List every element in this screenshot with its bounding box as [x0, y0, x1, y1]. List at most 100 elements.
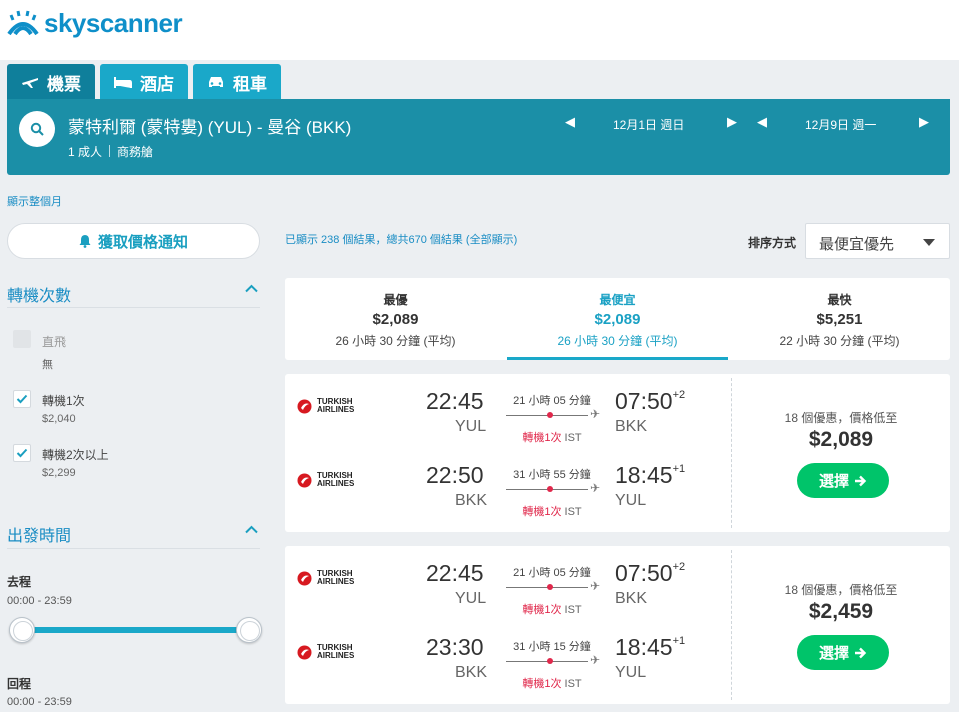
result-price: $2,089: [808, 428, 874, 451]
stops-text: 轉機1次 IST: [507, 429, 597, 445]
skyscanner-logo[interactable]: skyscanner: [6, 8, 183, 39]
summary-tab-fastest[interactable]: 最快 $5,251 22 小時 30 分鐘 (平均): [729, 278, 950, 360]
arrow-right-icon: [855, 475, 867, 486]
flight-duration: 21 小時 05 分鐘: [513, 567, 591, 579]
checkmark-icon: [16, 448, 28, 458]
tab-flights[interactable]: 機票: [7, 64, 95, 100]
arrive-time: 07:50+2: [615, 388, 685, 415]
flight-duration: 31 小時 55 分鐘: [513, 469, 591, 481]
day-offset: +2: [672, 561, 686, 573]
stop-airport: IST: [564, 506, 582, 518]
result-price: $2,459: [808, 600, 874, 623]
depart-next-arrow-icon[interactable]: ▶: [727, 114, 737, 130]
direct-checkbox[interactable]: [13, 330, 31, 348]
tab-label: 租車: [233, 74, 267, 94]
card-divider: [731, 550, 732, 700]
direct-price: 無: [42, 359, 53, 371]
stop-dot: [547, 584, 553, 590]
arrive-airport: BKK: [615, 590, 648, 607]
divider: [7, 548, 260, 549]
stops-count: 轉機1次: [522, 678, 562, 690]
tab-label: 機票: [47, 74, 81, 94]
chevron-up-icon[interactable]: [245, 284, 258, 293]
select-label: 選擇: [818, 645, 849, 662]
tab-hotels[interactable]: 酒店: [100, 64, 188, 100]
plane-icon: ✈: [590, 481, 601, 495]
passenger-cabin: 1 成人 商務艙: [68, 143, 153, 160]
depart-airport: YUL: [455, 590, 487, 607]
outbound-leg: TURKISH AIRLINES 22:45 YUL 21 小時 05 分鐘 ✈ …: [285, 556, 731, 616]
inbound-range: 00:00 - 23:59: [7, 696, 72, 708]
return-leg: TURKISH AIRLINES 23:30 BKK 31 小時 15 分鐘 ✈ …: [285, 630, 731, 690]
deals-text: 18 個優惠，價格低至: [784, 583, 898, 597]
depart-time: 22:45: [426, 560, 484, 586]
arrive-airport: BKK: [615, 418, 648, 435]
inbound-label: 回程: [7, 677, 32, 691]
summary-price: $2,089: [372, 311, 419, 328]
summary-price: $5,251: [816, 311, 863, 328]
caret-down-icon: [923, 239, 935, 246]
plane-icon: ✈: [590, 579, 601, 593]
result-card[interactable]: TURKISH AIRLINES 22:45 YUL 21 小時 05 分鐘 ✈ …: [285, 546, 950, 704]
summary-title: 最快: [827, 293, 852, 307]
results-count[interactable]: 已顯示 238 個結果，總共670 個結果 (全部顯示): [285, 231, 517, 247]
divider: [7, 307, 260, 308]
select-button[interactable]: 選擇: [797, 635, 889, 670]
depart-time: 22:45: [426, 388, 484, 414]
bell-icon: [79, 235, 91, 248]
depart-airport: BKK: [455, 492, 488, 509]
summary-duration: 22 小時 30 分鐘 (平均): [779, 334, 900, 348]
route-text: 蒙特利爾 (蒙特婁) (YUL) - 曼谷 (BKK): [68, 118, 352, 137]
depart-date[interactable]: 12月1日 週日: [613, 116, 684, 133]
outbound-slider-end-handle[interactable]: [236, 617, 262, 643]
summary-tab-cheapest[interactable]: 最便宜 $2,089 26 小時 30 分鐘 (平均): [507, 278, 728, 360]
stops-count: 轉機1次: [522, 432, 562, 444]
stops-filter-title[interactable]: 轉機次數: [7, 282, 71, 306]
departure-time-filter-title[interactable]: 出發時間: [7, 522, 71, 546]
arrive-time-value: 07:50: [615, 560, 673, 586]
search-summary-bar[interactable]: 蒙特利爾 (蒙特婁) (YUL) - 曼谷 (BKK) 1 成人 商務艙 ◀ 12…: [7, 99, 950, 175]
summary-duration: 26 小時 30 分鐘 (平均): [335, 334, 456, 348]
outbound-time-slider-track[interactable]: [22, 627, 250, 633]
arrive-time: 18:45+1: [615, 634, 685, 661]
depart-prev-arrow-icon[interactable]: ◀: [565, 114, 575, 130]
airline-logo: TURKISH AIRLINES: [297, 570, 354, 586]
one-stop-checkbox[interactable]: [13, 390, 31, 408]
outbound-slider-start-handle[interactable]: [9, 617, 35, 643]
logo-text: skyscanner: [44, 8, 183, 38]
stops-text: 轉機1次 IST: [507, 503, 597, 519]
arrive-airport: YUL: [615, 664, 647, 681]
price-alert-button[interactable]: 獲取價格通知: [7, 223, 260, 259]
airline-name-line2: AIRLINES: [317, 479, 355, 488]
summary-tab-best[interactable]: 最優 $2,089 26 小時 30 分鐘 (平均): [285, 278, 506, 360]
stop-dot: [547, 658, 553, 664]
tab-cars[interactable]: 租車: [193, 64, 281, 100]
sort-select[interactable]: 最便宜優先: [805, 223, 950, 259]
airline-logo: TURKISH AIRLINES: [297, 472, 354, 488]
select-button[interactable]: 選擇: [797, 463, 889, 498]
arrive-airport: YUL: [615, 492, 647, 509]
checkmark-icon: [16, 394, 28, 404]
select-label: 選擇: [818, 473, 849, 490]
return-date[interactable]: 12月9日 週一: [805, 116, 876, 133]
return-next-arrow-icon[interactable]: ▶: [919, 114, 929, 130]
search-button[interactable]: [19, 111, 55, 147]
depart-time: 22:50: [426, 462, 484, 488]
airline-name-line2: AIRLINES: [317, 651, 355, 660]
result-card[interactable]: TURKISH AIRLINES 22:45 YUL 21 小時 05 分鐘 ✈ …: [285, 374, 950, 532]
flight-duration: 31 小時 15 分鐘: [513, 641, 591, 653]
airline-logo: TURKISH AIRLINES: [297, 644, 354, 660]
car-icon: [209, 77, 223, 87]
two-plus-stops-checkbox[interactable]: [13, 444, 31, 462]
return-prev-arrow-icon[interactable]: ◀: [757, 114, 767, 130]
stop-dot: [547, 486, 553, 492]
tab-label: 酒店: [140, 74, 174, 94]
product-tabs: 機票 酒店 租車: [7, 64, 281, 100]
stops-text: 轉機1次 IST: [507, 675, 597, 691]
chevron-up-icon[interactable]: [245, 525, 258, 534]
two-plus-stops-price: $2,299: [42, 467, 76, 479]
airline-name-line2: AIRLINES: [317, 405, 355, 414]
turkish-airlines-logo-icon: [297, 473, 312, 487]
day-offset: +2: [672, 389, 686, 401]
show-whole-month-link[interactable]: 顯示整個月: [7, 193, 62, 209]
